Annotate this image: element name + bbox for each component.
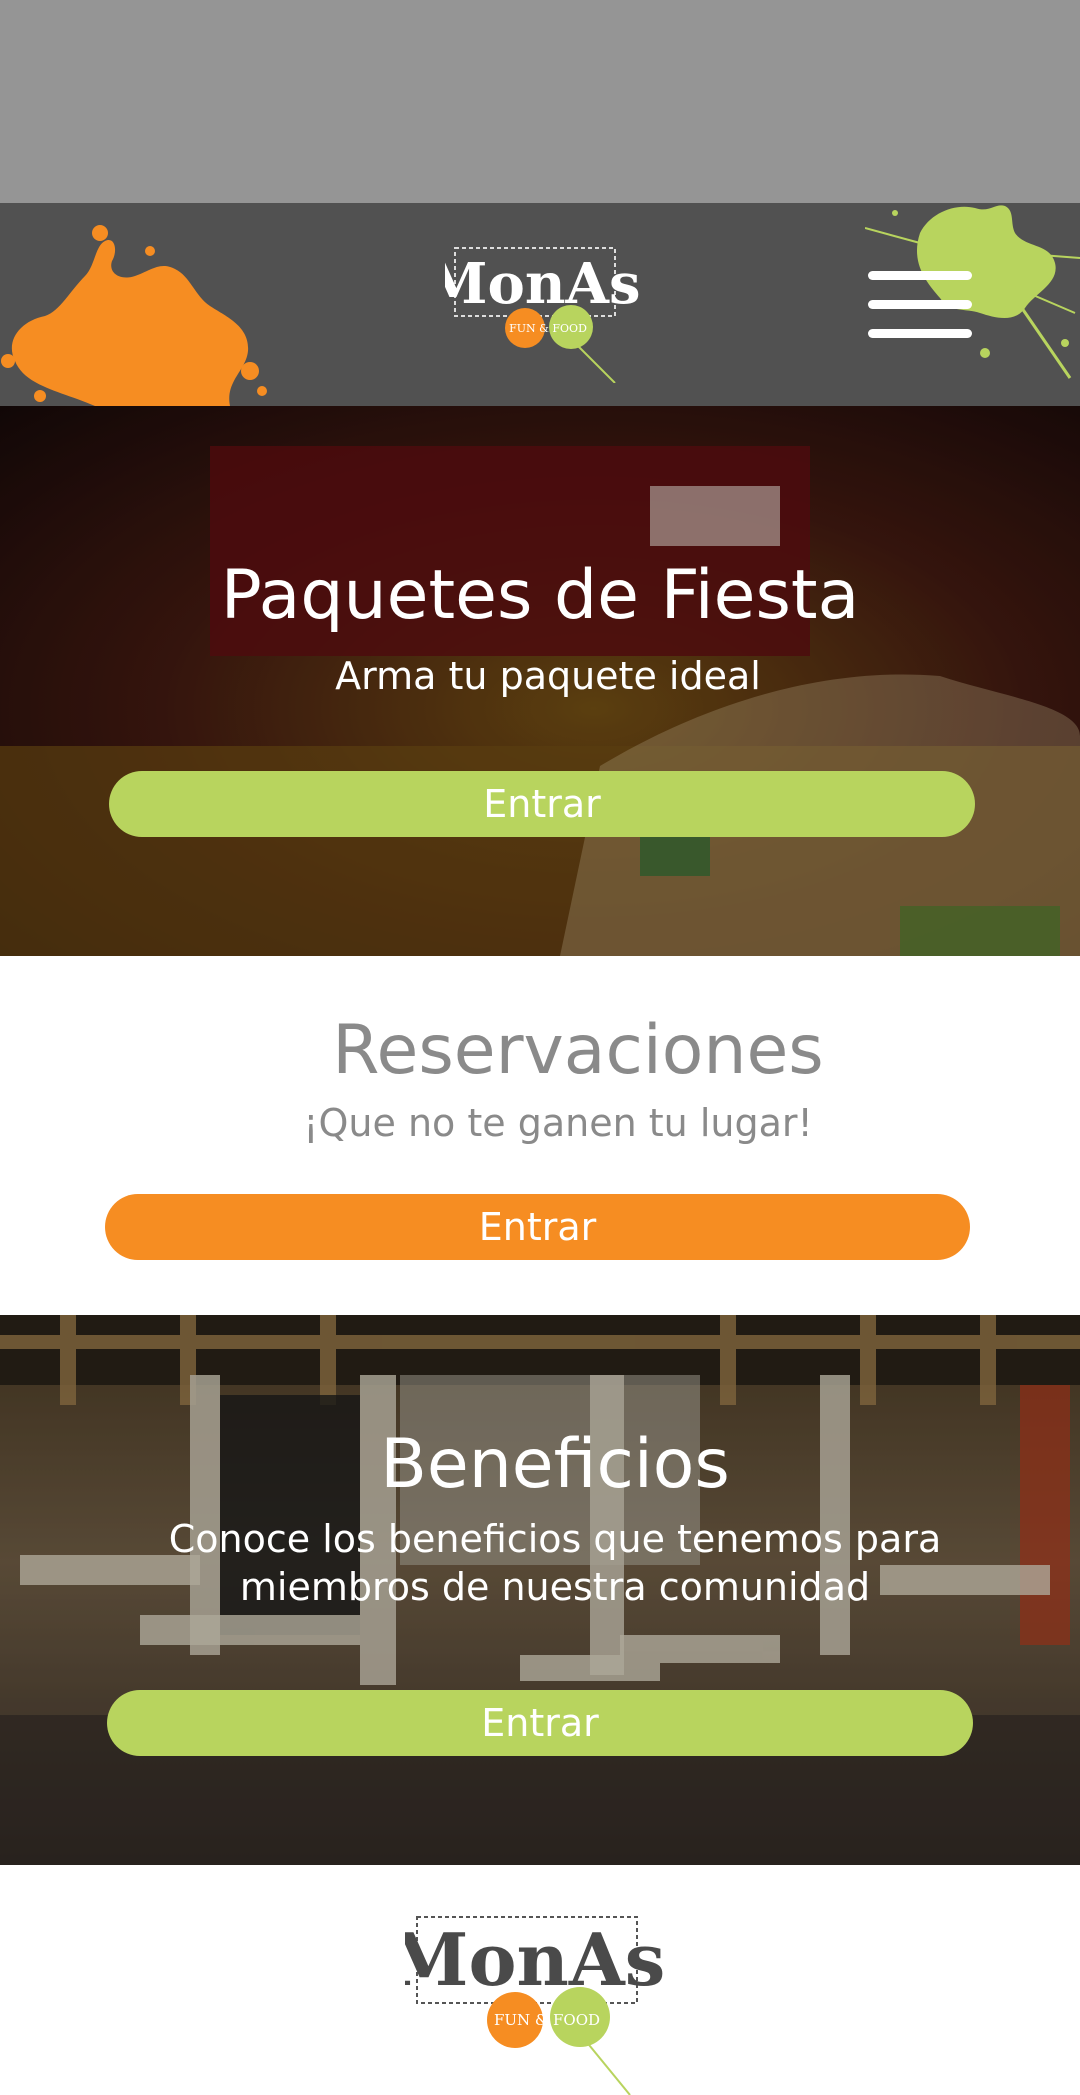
section-subtitle: ¡Que no te ganen tu lugar! bbox=[303, 1101, 813, 1145]
site-footer: MonAs FUN & FOOD bbox=[0, 1865, 1080, 2095]
section-title: Beneficios bbox=[380, 1425, 730, 1504]
logo-text: MonAs bbox=[445, 251, 641, 317]
logo-tagline: FUN & FOOD bbox=[509, 322, 587, 335]
section-beneficios: Beneficios Conoce los beneficios que ten… bbox=[0, 1315, 1080, 1865]
section-title: Paquetes de Fiesta bbox=[220, 556, 860, 635]
menu-bar bbox=[868, 271, 972, 280]
footer-logo-tagline: FUN & FOOD bbox=[494, 2011, 600, 2029]
beneficios-entrar-button[interactable]: Entrar bbox=[107, 1690, 973, 1756]
section-reservaciones: Reservaciones ¡Que no te ganen tu lugar!… bbox=[0, 956, 1080, 1315]
hamburger-menu-icon[interactable] bbox=[868, 271, 972, 341]
monas-logo-icon: MonAs FUN & FOOD bbox=[445, 247, 641, 383]
orange-paint-splat-icon bbox=[1, 225, 267, 406]
footer-logo-text: MonAs bbox=[405, 1917, 665, 2002]
section-title: Reservaciones bbox=[332, 1011, 824, 1090]
section-subtitle-line2: miembros de nuestra comunidad bbox=[239, 1565, 871, 1609]
section-paquetes: Paquetes de Fiesta Arma tu paquete ideal… bbox=[0, 406, 1080, 956]
section-subtitle-line1: Conoce los beneficios que tenemos para bbox=[168, 1517, 942, 1561]
top-gray-strip bbox=[0, 0, 1080, 203]
site-header: MonAs FUN & FOOD bbox=[0, 203, 1080, 406]
menu-bar bbox=[868, 329, 972, 338]
section-subtitle: Arma tu paquete ideal bbox=[335, 654, 761, 698]
reservaciones-entrar-button[interactable]: Entrar bbox=[105, 1194, 970, 1260]
menu-bar bbox=[868, 300, 972, 309]
monas-footer-logo-icon: MonAs FUN & FOOD bbox=[405, 1916, 665, 2095]
paquetes-entrar-button[interactable]: Entrar bbox=[109, 771, 975, 837]
